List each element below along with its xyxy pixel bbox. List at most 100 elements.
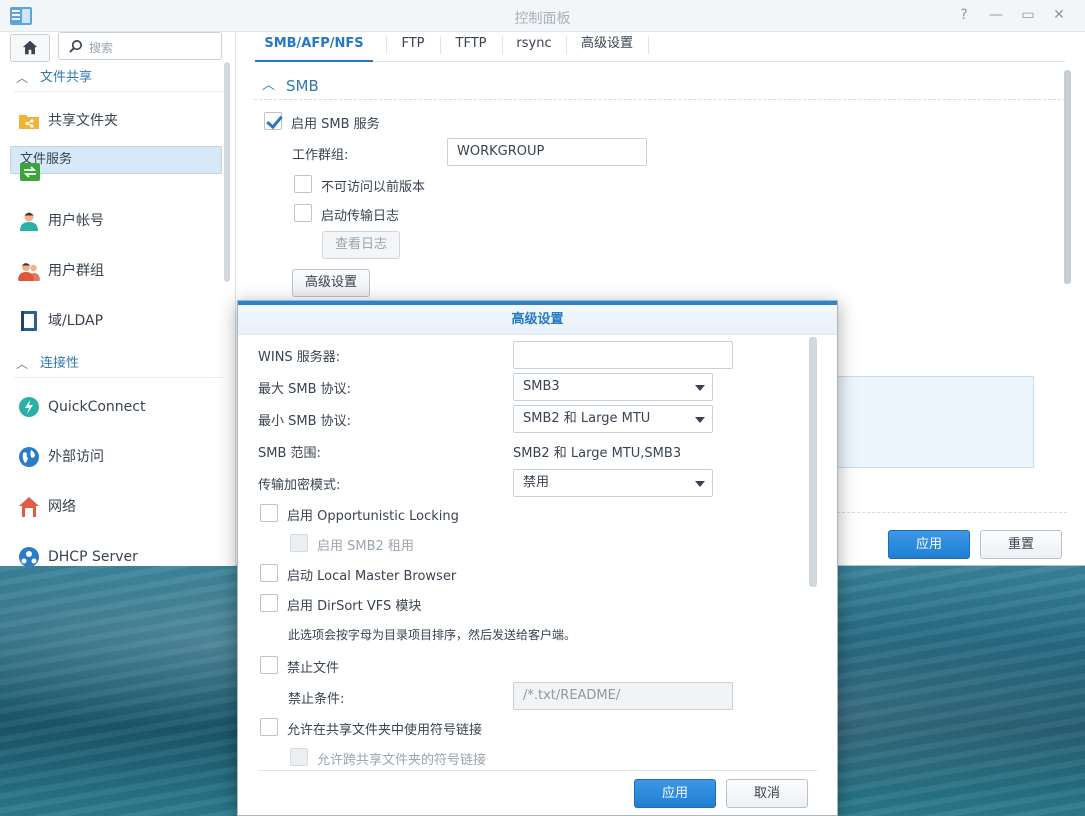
home-icon: [22, 40, 38, 55]
tab-bar: SMB/AFP/NFS FTP TFTP rsync 高级设置: [255, 32, 1065, 62]
enable-smb-label: 启用 SMB 服务: [291, 117, 380, 132]
chevron-up-icon: ︿: [262, 78, 276, 93]
tab-rsync[interactable]: rsync: [502, 32, 566, 62]
sidebar-item-network[interactable]: 网络: [10, 482, 222, 532]
sidebar: 搜索 ︿ 文件共享 共享文件夹 文件服务 用户帐号 用户群组 域/LDAP ︿: [0, 32, 236, 567]
minimize-icon[interactable]: —: [985, 5, 1007, 25]
max-smb-label: 最大 SMB 协议:: [258, 382, 352, 397]
sidebar-item-quickconnect[interactable]: QuickConnect: [10, 382, 222, 432]
encrypt-value: 禁用: [523, 475, 550, 490]
search-placeholder: 搜索: [89, 41, 114, 55]
transfer-log-label: 启动传输日志: [321, 209, 400, 224]
oplock-label: 启用 Opportunistic Locking: [287, 509, 459, 524]
tab-smb-afp-nfs[interactable]: SMB/AFP/NFS: [255, 32, 373, 62]
search-box[interactable]: 搜索: [58, 32, 222, 60]
maximize-icon[interactable]: ▭: [1017, 5, 1039, 25]
advanced-settings-dialog: 高级设置 WINS 服务器: 最大 SMB 协议: SMB3 最小 SMB 协议…: [237, 300, 838, 816]
file-services-icon: [20, 163, 40, 181]
veto-files-label: 禁止文件: [287, 661, 340, 676]
sidebar-item-group[interactable]: 用户群组: [10, 246, 222, 296]
sidebar-item-external-access[interactable]: 外部访问: [10, 432, 222, 482]
search-icon: [69, 40, 82, 53]
local-master-checkbox[interactable]: [260, 564, 278, 582]
veto-files-checkbox[interactable]: [260, 656, 278, 674]
cross-symlink-checkbox[interactable]: [290, 748, 308, 766]
section-file-sharing[interactable]: ︿ 文件共享: [14, 64, 224, 92]
group-icon: [18, 263, 40, 281]
smb-advanced-button[interactable]: 高级设置: [292, 269, 370, 297]
encrypt-select[interactable]: 禁用: [513, 469, 713, 497]
workgroup-label: 工作群组:: [292, 148, 349, 163]
dialog-apply-button[interactable]: 应用: [634, 779, 716, 808]
tab-ftp[interactable]: FTP: [386, 32, 440, 62]
dialog-cancel-button[interactable]: 取消: [726, 779, 808, 808]
local-master-label: 启动 Local Master Browser: [287, 569, 457, 584]
enable-smb-checkbox[interactable]: [264, 112, 282, 130]
symlink-label: 允许在共享文件夹中使用符号链接: [287, 723, 483, 738]
apply-button[interactable]: 应用: [888, 530, 970, 559]
tab-advanced[interactable]: 高级设置: [566, 32, 648, 62]
sidebar-item-shared-folder[interactable]: 共享文件夹: [10, 96, 222, 146]
shared-folder-icon: [19, 115, 39, 129]
max-smb-value: SMB3: [523, 379, 560, 394]
window-title: 控制面板: [514, 11, 571, 27]
veto-condition-input[interactable]: /*.txt/README/: [513, 682, 733, 710]
wins-input[interactable]: [513, 341, 733, 369]
sidebar-item-label: QuickConnect: [48, 399, 146, 415]
smb2-lease-checkbox[interactable]: [290, 534, 308, 552]
reset-button[interactable]: 重置: [980, 530, 1062, 559]
sidebar-item-label: 共享文件夹: [48, 113, 118, 129]
divider: [837, 512, 1067, 513]
dialog-footer-divider: [258, 770, 818, 771]
section-connectivity[interactable]: ︿ 连接性: [14, 350, 224, 378]
transfer-log-checkbox[interactable]: [294, 204, 312, 222]
dirsort-description: 此选项会按字母为目录项目排序，然后发送给客户端。: [288, 628, 577, 642]
sidebar-item-label: 用户帐号: [48, 213, 104, 229]
sidebar-item-label: 网络: [48, 499, 76, 515]
sidebar-scrollbar[interactable]: [224, 62, 230, 282]
dhcp-icon: [19, 547, 39, 567]
tab-separator: [648, 36, 649, 54]
dropdown-arrow-icon: [695, 385, 705, 391]
user-icon: [20, 212, 38, 231]
sidebar-item-dhcp[interactable]: DHCP Server: [10, 532, 222, 582]
help-icon[interactable]: ?: [953, 5, 975, 25]
sidebar-item-label: 用户群组: [48, 263, 104, 279]
sidebar-item-ldap[interactable]: 域/LDAP: [10, 296, 222, 346]
title-bar: 控制面板 ? — ▭ ✕: [0, 0, 1085, 32]
prev-versions-label: 不可访问以前版本: [321, 180, 426, 195]
prev-versions-checkbox[interactable]: [294, 175, 312, 193]
encrypt-label: 传输加密模式:: [258, 478, 341, 493]
sidebar-item-label: 外部访问: [48, 449, 104, 465]
sidebar-item-file-services[interactable]: 文件服务: [10, 146, 222, 181]
wins-label: WINS 服务器:: [258, 350, 341, 365]
smb-range-value: SMB2 和 Large MTU,SMB3: [513, 446, 682, 461]
home-button[interactable]: [10, 34, 50, 62]
chevron-up-icon: ︿: [16, 71, 29, 85]
tab-tftp[interactable]: TFTP: [440, 32, 502, 62]
close-icon[interactable]: ✕: [1048, 5, 1070, 25]
main-scrollbar[interactable]: [1064, 70, 1071, 284]
dialog-title: 高级设置: [238, 305, 837, 335]
sidebar-item-user[interactable]: 用户帐号: [10, 196, 222, 246]
dropdown-arrow-icon: [695, 417, 705, 423]
network-icon: [19, 497, 39, 517]
view-log-button[interactable]: 查看日志: [322, 231, 400, 259]
globe-icon: [19, 447, 39, 467]
section-label: 连接性: [40, 356, 80, 371]
min-smb-value: SMB2 和 Large MTU: [523, 411, 651, 426]
min-smb-select[interactable]: SMB2 和 Large MTU: [513, 405, 713, 433]
symlink-checkbox[interactable]: [260, 718, 278, 736]
workgroup-input[interactable]: WORKGROUP: [447, 138, 647, 166]
smb-section-header[interactable]: ︿ SMB: [254, 72, 1071, 100]
section-label: 文件共享: [40, 70, 93, 85]
veto-condition-label: 禁止条件:: [288, 692, 345, 707]
dirsort-checkbox[interactable]: [260, 594, 278, 612]
dirsort-label: 启用 DirSort VFS 模块: [287, 599, 422, 614]
dialog-scrollbar[interactable]: [809, 337, 817, 587]
smb2-lease-label: 启用 SMB2 租用: [317, 539, 414, 554]
smb-header-label: SMB: [286, 77, 319, 95]
ldap-icon: [21, 311, 37, 331]
max-smb-select[interactable]: SMB3: [513, 373, 713, 401]
oplock-checkbox[interactable]: [260, 504, 278, 522]
